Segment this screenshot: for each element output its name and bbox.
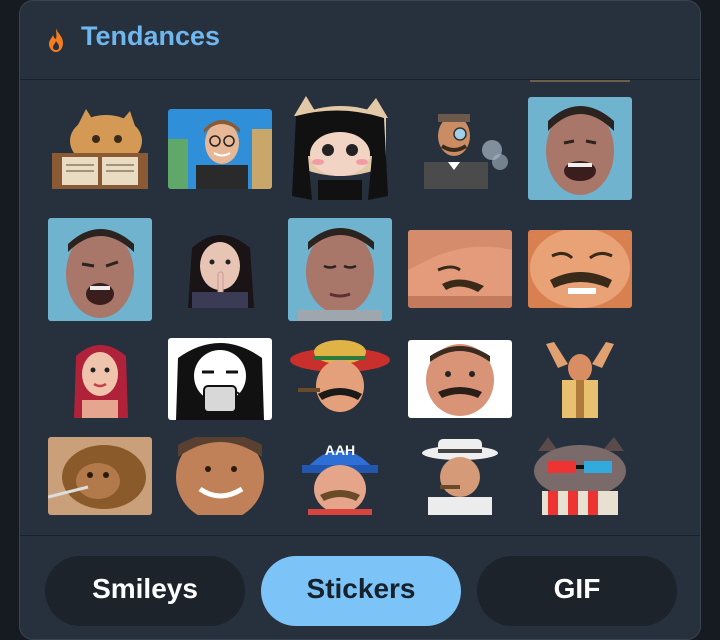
trending-header: Tendances bbox=[20, 1, 700, 80]
smiling-bald-man-sticker[interactable] bbox=[168, 437, 272, 515]
flame-icon bbox=[49, 28, 63, 52]
mustache-man-laughing-sticker[interactable] bbox=[528, 230, 632, 308]
man-hands-up-sticker[interactable] bbox=[528, 338, 632, 418]
category-tabs: Smileys Stickers GIF bbox=[20, 535, 700, 639]
red-hair-woman-sticker[interactable] bbox=[48, 338, 152, 418]
sombrero-mustache-man-sticker[interactable] bbox=[288, 338, 392, 418]
monocle-gentleman-sticker[interactable] bbox=[408, 110, 512, 189]
anime-girl-mug-sticker[interactable] bbox=[168, 338, 272, 420]
tab-smileys[interactable]: Smileys bbox=[45, 556, 245, 626]
hat-man-cigar-sticker[interactable] bbox=[408, 435, 512, 515]
man-with-glasses-sticker[interactable] bbox=[168, 109, 272, 189]
mustache-man-looking-down-sticker[interactable] bbox=[408, 230, 512, 308]
orangutan-sticker[interactable] bbox=[48, 437, 152, 515]
sticker-grid: AAH bbox=[20, 80, 700, 535]
sticker-caption: AAH bbox=[325, 442, 355, 458]
cat-reading-book-sticker[interactable] bbox=[48, 107, 152, 189]
tab-stickers[interactable]: Stickers bbox=[261, 556, 461, 626]
section-title: Tendances bbox=[81, 21, 221, 51]
mustache-man-smiling-sticker[interactable] bbox=[408, 340, 512, 418]
partial-sticker-edge bbox=[530, 80, 630, 82]
cat-3d-glasses-popcorn-sticker[interactable] bbox=[528, 437, 632, 515]
man-eyes-closed-sticker[interactable] bbox=[288, 218, 392, 321]
man-laughing-sticker[interactable] bbox=[528, 97, 632, 200]
sticker-picker-panel: Tendances AAH Smileys Stickers GIF bbox=[19, 0, 701, 640]
girl-finger-lips-sticker[interactable] bbox=[168, 228, 272, 308]
blue-hat-man-sticker[interactable]: AAH bbox=[288, 435, 392, 515]
cat-black-hair-sticker[interactable] bbox=[288, 96, 392, 200]
tab-gif[interactable]: GIF bbox=[477, 556, 677, 626]
man-screaming-sticker[interactable] bbox=[48, 218, 152, 321]
